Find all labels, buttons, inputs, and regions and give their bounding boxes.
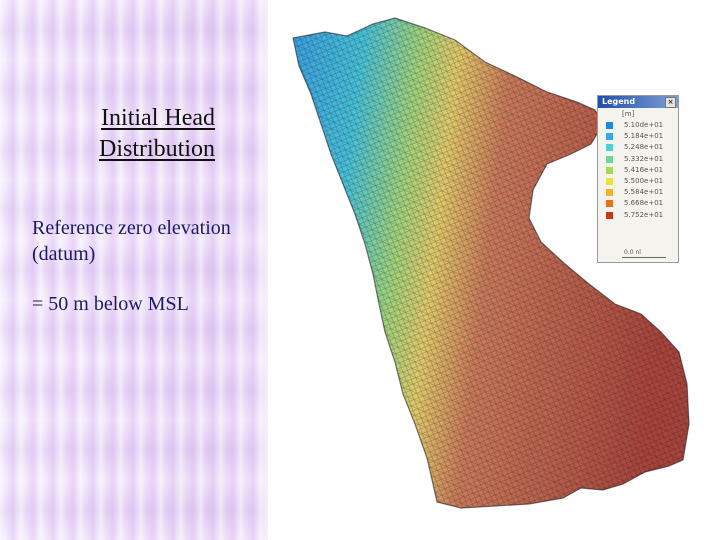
datum-note: Reference zero elevation (datum) — [32, 217, 231, 265]
legend-entry-label: 5.500e+01 — [624, 176, 664, 185]
legend-titlebar[interactable]: Legend × — [598, 96, 678, 108]
legend-swatch — [606, 133, 613, 141]
legend-title: Legend — [602, 97, 636, 106]
legend-entry-label: 5.332e+01 — [624, 154, 664, 163]
legend-scale-label: 0.0 nl — [624, 249, 641, 256]
legend-entry: 5.416e+01 — [598, 165, 678, 176]
legend-entry-label: 5.248e+01 — [624, 143, 664, 152]
legend-window[interactable]: Legend × [m] 5.10de+01 5.184e+01 5.248e+01… — [597, 95, 679, 263]
legend-entry-label: 5.668e+01 — [624, 199, 664, 208]
title-line-1: Initial Head — [101, 105, 215, 131]
legend-swatch — [606, 200, 613, 208]
legend-swatch — [606, 144, 613, 152]
legend-entry-label: 5.584e+01 — [624, 188, 664, 197]
close-icon[interactable]: × — [665, 97, 676, 108]
msl-note: = 50 m below MSL — [32, 293, 189, 315]
legend-entry: 5.584e+01 — [598, 187, 678, 198]
legend-entry: 5.184e+01 — [598, 131, 678, 142]
legend-swatch — [606, 189, 613, 197]
decorative-side-panel — [0, 0, 268, 540]
legend-entry: 5.500e+01 — [598, 176, 678, 187]
legend-entry-label: 5.416e+01 — [624, 165, 664, 174]
slide-title: Initial Head Distribution — [55, 103, 215, 165]
head-distribution-map — [292, 17, 690, 509]
title-line-2: Distribution — [98, 136, 215, 162]
legend-swatch — [606, 122, 613, 129]
legend-entries: 5.10de+01 5.184e+01 5.248e+01 5.332e+01 5.41… — [598, 120, 678, 221]
legend-swatch — [606, 166, 613, 174]
legend-entry: 5.10de+01 — [598, 120, 678, 131]
legend-entry: 5.752e+01 — [598, 210, 678, 221]
legend-entry-label: 5.752e+01 — [624, 210, 664, 219]
legend-swatch — [606, 177, 613, 185]
legend-entry: 5.248e+01 — [598, 142, 678, 153]
legend-variable: [m] — [622, 110, 635, 118]
legend-entry-label: 5.10de+01 — [624, 121, 664, 129]
legend-swatch — [606, 211, 613, 219]
legend-entry: 5.332e+01 — [598, 154, 678, 165]
legend-swatch — [606, 155, 613, 163]
legend-entry-label: 5.184e+01 — [624, 132, 664, 141]
legend-entry: 5.668e+01 — [598, 198, 678, 209]
